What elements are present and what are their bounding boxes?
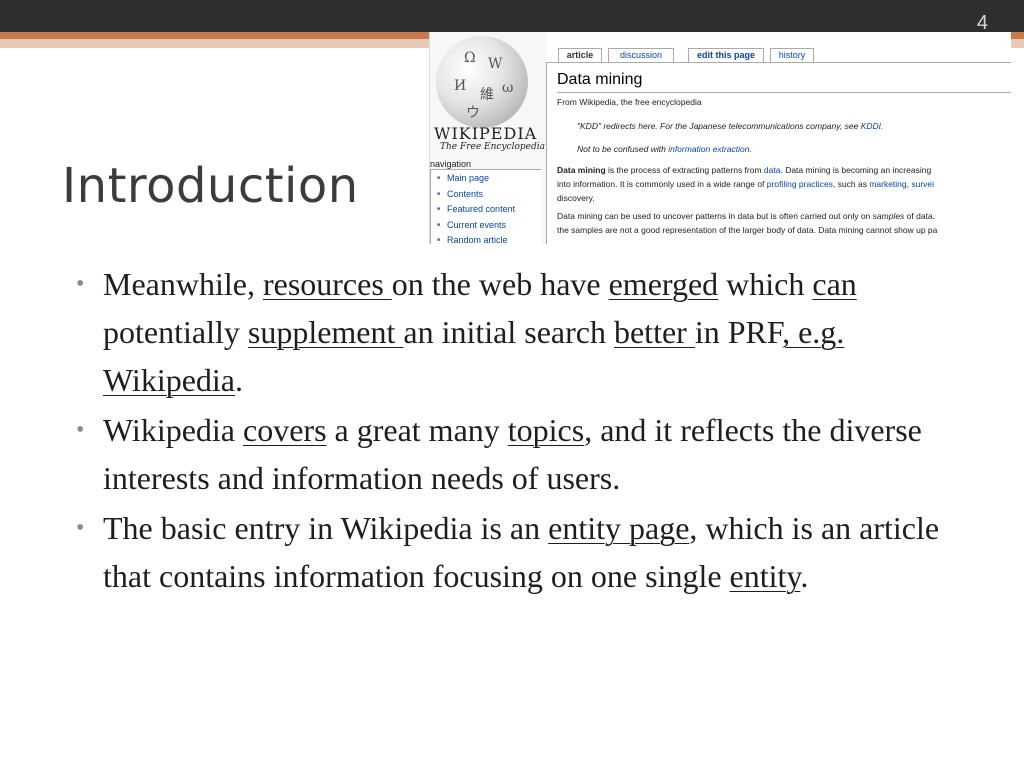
from-line: From Wikipedia, the free encyclopedia bbox=[557, 97, 702, 107]
tab-history[interactable]: history bbox=[770, 48, 814, 62]
nav-item-contents[interactable]: Contents bbox=[437, 188, 541, 204]
text-run: Meanwhile, bbox=[103, 266, 263, 302]
text-run: in PRF bbox=[694, 314, 783, 350]
para-text: . Data mining is becoming an increasing bbox=[780, 165, 932, 175]
wikipedia-wordmark: WIKIPEDIA bbox=[434, 124, 538, 143]
underlined-term: entity page bbox=[548, 510, 690, 546]
bullet-text: The basic entry in Wikipedia is an entit… bbox=[103, 510, 939, 594]
title-divider bbox=[557, 92, 1011, 93]
kddi-link[interactable]: KDDI bbox=[861, 121, 881, 131]
italic-term: samples bbox=[872, 211, 905, 221]
redirect-note: "KDD" redirects here. For the Japanese t… bbox=[577, 121, 883, 131]
profiling-link[interactable]: profiling practices bbox=[767, 179, 833, 189]
text-run: a great many bbox=[326, 412, 508, 448]
text-run: Wikipedia bbox=[103, 412, 243, 448]
underlined-term: emerged bbox=[608, 266, 719, 302]
nav-box: Main page Contents Featured content Curr… bbox=[430, 169, 541, 244]
bold-term: Data mining bbox=[557, 165, 606, 175]
para-text: into information. It is commonly used in… bbox=[557, 179, 767, 189]
note-text: "KDD" redirects here. For the Japanese t… bbox=[577, 121, 861, 131]
para-text: the samples are not a good representatio… bbox=[557, 225, 938, 235]
para-text: is the process of extracting patterns fr… bbox=[605, 165, 764, 175]
surveillance-link[interactable]: survei bbox=[911, 179, 934, 189]
wikipedia-tagline: The Free Encyclopedia bbox=[440, 142, 545, 152]
underlined-term: entity bbox=[729, 558, 801, 594]
article-paragraph-1: Data mining is the process of extracting… bbox=[557, 163, 1011, 205]
tab-edit-page[interactable]: edit this page bbox=[688, 48, 764, 62]
globe-glyph: W bbox=[488, 56, 503, 72]
globe-glyph: ω bbox=[502, 80, 514, 96]
bullet-item: • Meanwhile, resources on the web have em… bbox=[76, 260, 956, 404]
text-run: The basic entry in Wikipedia is an bbox=[103, 510, 549, 546]
bullet-marker: • bbox=[76, 515, 85, 541]
globe-glyph: 維 bbox=[480, 87, 494, 103]
underlined-term: supplement bbox=[247, 314, 404, 350]
article-title: Data mining bbox=[557, 71, 643, 88]
para-text: , such as bbox=[832, 179, 870, 189]
bullet-list: • Meanwhile, resources on the web have em… bbox=[76, 260, 956, 602]
marketing-link[interactable]: marketing bbox=[869, 179, 906, 189]
text-run: potentially bbox=[103, 314, 248, 350]
text-run: which bbox=[718, 266, 813, 302]
globe-glyph: И bbox=[454, 78, 467, 94]
note-text: . bbox=[881, 121, 884, 131]
bullet-text: Meanwhile, resources on the web have eme… bbox=[103, 266, 857, 398]
text-run: . bbox=[235, 362, 243, 398]
nav-item-random[interactable]: Random article bbox=[437, 234, 541, 244]
underlined-term: can bbox=[812, 266, 857, 302]
nav-heading: navigation bbox=[430, 159, 472, 169]
slide-title: Introduction bbox=[62, 158, 359, 214]
bullet-marker: • bbox=[76, 417, 85, 443]
underlined-term: better bbox=[613, 314, 695, 350]
nav-item-current-events[interactable]: Current events bbox=[437, 219, 541, 235]
globe-glyph: Ω bbox=[464, 50, 476, 66]
top-bar bbox=[0, 0, 1024, 32]
confused-note: Not to be confused with information extr… bbox=[577, 144, 752, 154]
underlined-term: covers bbox=[243, 412, 327, 448]
para-text: discovery. bbox=[557, 193, 595, 203]
bullet-item: • The basic entry in Wikipedia is an enti… bbox=[76, 504, 956, 600]
wikipedia-globe-logo: Ω W И 維 ω ウ bbox=[436, 36, 528, 128]
tab-discussion[interactable]: discussion bbox=[608, 48, 674, 62]
text-run: . bbox=[800, 558, 809, 594]
para-text: Data mining can be used to uncover patte… bbox=[557, 211, 873, 221]
bullet-marker: • bbox=[76, 271, 85, 297]
data-link[interactable]: data bbox=[764, 165, 781, 175]
wiki-article: Data mining From Wikipedia, the free enc… bbox=[546, 62, 1011, 244]
nav-item-featured[interactable]: Featured content bbox=[437, 203, 541, 219]
wikipedia-screenshot: Ω W И 維 ω ウ WIKIPEDIA The Free Encyclope… bbox=[429, 32, 1011, 244]
bullet-text: Wikipedia covers a great many topics, an… bbox=[103, 412, 922, 496]
article-paragraph-2: Data mining can be used to uncover patte… bbox=[557, 209, 1011, 237]
text-run: an initial search bbox=[403, 314, 614, 350]
underlined-term: topics bbox=[507, 412, 585, 448]
globe-glyph: ウ bbox=[466, 105, 480, 121]
wiki-sidebar: Ω W И 維 ω ウ WIKIPEDIA The Free Encyclope… bbox=[430, 32, 546, 244]
note-text: Not to be confused with bbox=[577, 144, 669, 154]
note-text: . bbox=[749, 144, 752, 154]
tab-article[interactable]: article bbox=[558, 48, 602, 63]
text-run: on the web have bbox=[391, 266, 609, 302]
para-text: of data. bbox=[904, 211, 936, 221]
information-extraction-link[interactable]: information extraction bbox=[668, 144, 749, 154]
underlined-term: resources bbox=[262, 266, 392, 302]
bullet-item: • Wikipedia covers a great many topics, a… bbox=[76, 406, 956, 502]
nav-item-main-page[interactable]: Main page bbox=[437, 172, 541, 188]
